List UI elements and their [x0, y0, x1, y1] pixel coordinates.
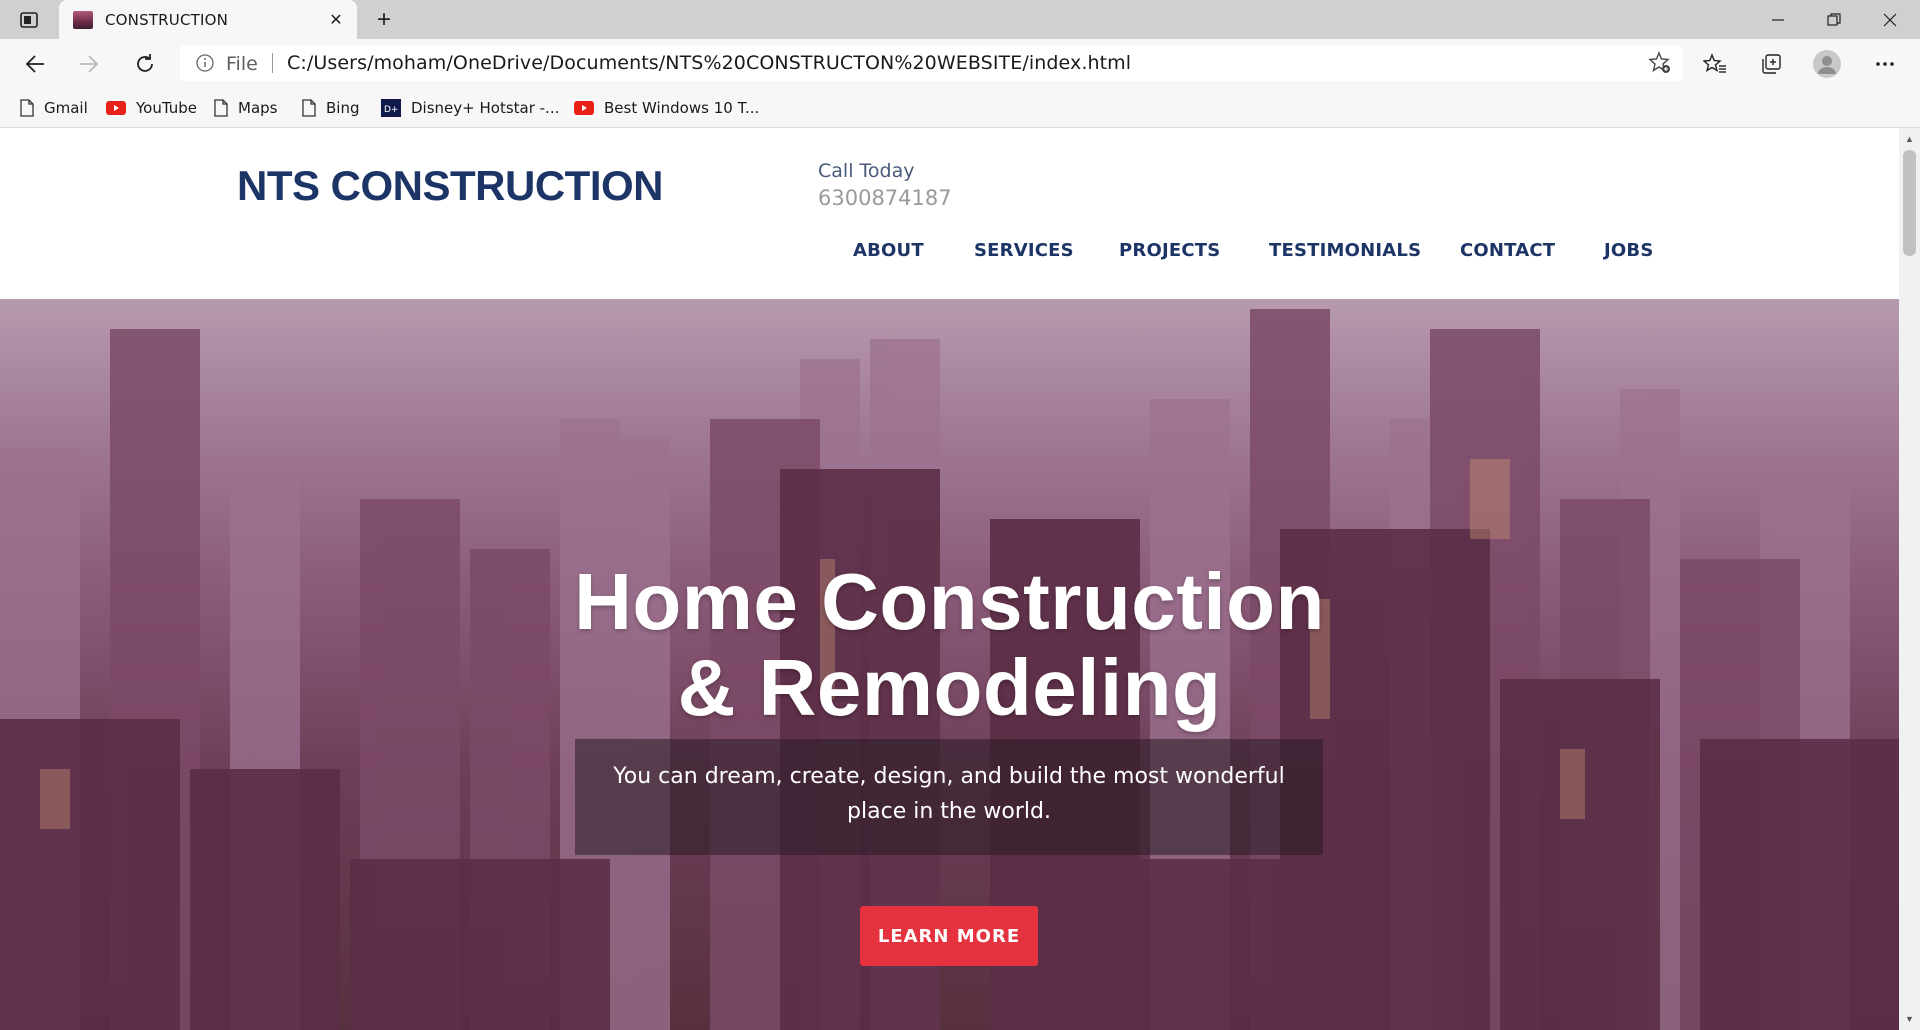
site-logo[interactable]: NTS CONSTRUCTION	[237, 162, 664, 210]
scroll-down-arrow-icon[interactable]: ▼	[1903, 1012, 1916, 1026]
refresh-icon	[137, 54, 153, 72]
page-icon	[20, 99, 34, 117]
profile-button[interactable]	[1812, 49, 1842, 79]
close-window-button[interactable]	[1862, 0, 1918, 39]
address-separator	[272, 53, 273, 73]
bookmark-label: Disney+ Hotstar -...	[411, 99, 560, 117]
close-tab-button[interactable]: ✕	[325, 9, 347, 31]
collections-button[interactable]	[1756, 49, 1786, 79]
hero-subtitle-box: You can dream, create, design, and build…	[575, 739, 1323, 855]
more-dots-icon	[1876, 62, 1894, 66]
file-scheme-label: File	[226, 53, 258, 75]
restore-button[interactable]	[1806, 0, 1862, 39]
youtube-icon	[574, 101, 594, 115]
tab-actions-menu-button[interactable]	[14, 7, 44, 33]
web-page: NTS CONSTRUCTION Call Today 6300874187 A…	[0, 128, 1899, 1030]
scrollbar-thumb[interactable]	[1903, 150, 1916, 256]
browser-toolbar: File C:/Users/moham/OneDrive/Documents/N…	[0, 39, 1920, 88]
restore-icon	[1827, 12, 1841, 26]
nav-about[interactable]: ABOUT	[853, 240, 924, 261]
page-icon	[214, 99, 228, 117]
minimize-button[interactable]	[1750, 0, 1806, 39]
svg-text:D+: D+	[384, 105, 398, 115]
address-bar[interactable]: File C:/Users/moham/OneDrive/Documents/N…	[180, 45, 1682, 81]
site-header: NTS CONSTRUCTION Call Today 6300874187 A…	[0, 128, 1899, 299]
browser-tab[interactable]: CONSTRUCTION ✕	[59, 0, 357, 39]
avatar-icon	[1813, 50, 1841, 78]
add-favorite-icon[interactable]	[1648, 51, 1672, 75]
forward-button[interactable]	[74, 49, 104, 79]
nav-projects[interactable]: PROJECTS	[1119, 240, 1220, 261]
site-favicon-icon	[73, 11, 93, 29]
nav-services[interactable]: SERVICES	[974, 240, 1074, 261]
hero-title-line2: & Remodeling	[677, 643, 1222, 732]
close-window-icon	[1883, 13, 1897, 26]
tab-actions-icon	[20, 12, 38, 28]
info-icon[interactable]	[196, 54, 214, 72]
back-button[interactable]	[20, 49, 50, 79]
bookmark-label: Best Windows 10 T...	[604, 99, 760, 117]
phone-number: 6300874187	[818, 186, 952, 210]
back-arrow-icon	[25, 55, 44, 73]
settings-more-button[interactable]	[1870, 49, 1900, 79]
forward-arrow-icon	[80, 55, 99, 73]
bookmark-gmail[interactable]: Gmail	[20, 97, 88, 119]
bookmark-maps[interactable]: Maps	[214, 97, 277, 119]
page-icon	[302, 99, 316, 117]
close-icon: ✕	[329, 12, 343, 29]
bookmark-label: Bing	[326, 99, 360, 117]
new-tab-button[interactable]: +	[370, 6, 398, 33]
browser-titlebar: CONSTRUCTION ✕ +	[0, 0, 1920, 39]
bookmark-best-windows[interactable]: Best Windows 10 T...	[574, 97, 759, 119]
call-today-label: Call Today	[818, 160, 915, 182]
favorites-button[interactable]	[1700, 49, 1730, 79]
youtube-icon	[106, 101, 126, 115]
bookmark-hotstar[interactable]: D+ Disney+ Hotstar -...	[381, 97, 559, 119]
favorites-icon	[1703, 53, 1726, 73]
bookmark-bing[interactable]: Bing	[302, 97, 360, 119]
url-text[interactable]: C:/Users/moham/OneDrive/Documents/NTS%20…	[287, 52, 1131, 74]
bookmark-label: Gmail	[44, 99, 88, 117]
nav-testimonials[interactable]: TESTIMONIALS	[1269, 240, 1421, 261]
hero-title-line1: Home Construction	[574, 557, 1325, 646]
bookmark-youtube[interactable]: YouTube	[106, 97, 197, 119]
minimize-icon	[1772, 18, 1784, 21]
hotstar-icon: D+	[381, 99, 401, 117]
bookmarks-bar: Gmail YouTube Maps Bing D+ Disney+ Hotst…	[0, 88, 1920, 128]
nav-jobs[interactable]: JOBS	[1604, 240, 1653, 261]
learn-more-button[interactable]: LEARN MORE	[860, 906, 1038, 966]
refresh-button[interactable]	[130, 49, 160, 79]
page-scrollbar[interactable]: ▲ ▼	[1899, 128, 1920, 1030]
plus-icon: +	[376, 6, 391, 33]
bookmark-label: Maps	[238, 99, 278, 117]
nav-contact[interactable]: CONTACT	[1460, 240, 1555, 261]
hero-title: Home Construction & Remodeling	[0, 559, 1899, 731]
hero-subtitle: You can dream, create, design, and build…	[613, 764, 1285, 824]
bookmark-label: YouTube	[136, 99, 197, 117]
scroll-up-arrow-icon[interactable]: ▲	[1903, 132, 1916, 146]
collections-icon	[1762, 54, 1781, 74]
tab-title: CONSTRUCTION	[105, 11, 229, 29]
